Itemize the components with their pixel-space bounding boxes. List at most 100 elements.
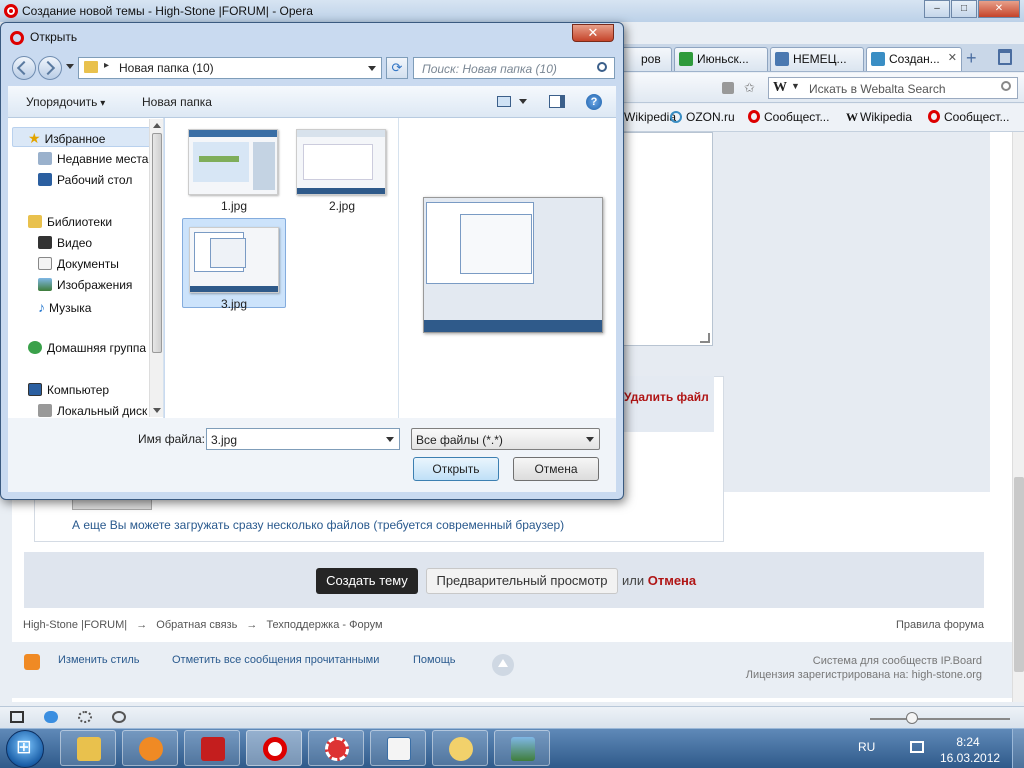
bookmark-wikipedia-2[interactable]: W Wikipedia xyxy=(846,110,912,125)
open-button[interactable]: Открыть xyxy=(413,457,499,481)
filename-input[interactable]: 3.jpg xyxy=(206,428,400,450)
scroll-down-icon[interactable] xyxy=(153,408,161,413)
file-item-3-selected[interactable]: 3.jpg xyxy=(182,218,286,311)
opera-logo-icon[interactable] xyxy=(4,4,18,18)
nav-local-disk[interactable]: Локальный диск xyxy=(38,404,148,418)
path-dropdown-icon[interactable] xyxy=(368,66,376,71)
turbo-icon[interactable] xyxy=(112,711,126,723)
zoom-slider-thumb[interactable] xyxy=(906,712,918,724)
breadcrumb-home[interactable]: High-Stone |FORUM| xyxy=(23,619,127,631)
zoom-slider-track[interactable] xyxy=(870,718,1010,720)
nav-documents[interactable]: Документы xyxy=(38,257,119,271)
help-link[interactable]: Помощь xyxy=(413,654,456,666)
file-item-2[interactable]: 2.jpg xyxy=(290,121,394,213)
refresh-button[interactable]: ⟳ xyxy=(386,57,408,79)
search-icon[interactable] xyxy=(1001,81,1011,91)
help-icon[interactable]: ? xyxy=(586,94,602,110)
taskbar-explorer[interactable] xyxy=(60,730,116,766)
taskbar-image-viewer[interactable] xyxy=(494,730,550,766)
file-type-dropdown-icon[interactable] xyxy=(586,437,594,442)
close-window-button[interactable]: ✕ xyxy=(978,0,1020,18)
minimize-button[interactable]: – xyxy=(924,0,950,18)
create-topic-button[interactable]: Создать тему xyxy=(316,568,418,594)
cancel-button[interactable]: Отмена xyxy=(513,457,599,481)
forward-button[interactable] xyxy=(38,56,62,80)
start-button[interactable] xyxy=(6,730,44,768)
new-tab-plus-icon[interactable]: + xyxy=(966,48,977,69)
poker-icon xyxy=(201,737,225,761)
change-view-icon[interactable] xyxy=(497,96,511,107)
taskbar-chips[interactable] xyxy=(308,730,364,766)
organize-menu-button[interactable]: Упорядочить xyxy=(26,95,105,109)
file-item-1[interactable]: 1.jpg xyxy=(182,121,286,213)
tab-3[interactable]: НЕМЕЦ... xyxy=(770,47,864,71)
search-icon[interactable] xyxy=(597,62,607,72)
back-button[interactable] xyxy=(12,56,36,80)
tab-close-icon[interactable]: ✕ xyxy=(948,51,957,64)
opera-link-icon[interactable] xyxy=(78,711,92,723)
chevron-right-icon[interactable]: ▸ xyxy=(104,60,109,71)
cancel-link[interactable]: Отмена xyxy=(648,573,696,588)
nav-video[interactable]: Видео xyxy=(38,236,92,250)
page-scrollbar[interactable] xyxy=(1012,132,1024,702)
nav-favorites[interactable]: ★ Избранное xyxy=(28,130,105,147)
taskbar-media[interactable] xyxy=(122,730,178,766)
tray-clock[interactable]: 8:24 16.03.2012 xyxy=(940,734,1000,766)
show-desktop-button[interactable] xyxy=(1012,729,1024,768)
nav-music[interactable]: ♪ Музыка xyxy=(38,299,91,315)
language-indicator[interactable]: RU xyxy=(858,740,875,754)
taskbar-poker[interactable] xyxy=(184,730,240,766)
taskbar-paint[interactable] xyxy=(432,730,488,766)
rss-icon[interactable] xyxy=(24,654,40,670)
multi-upload-link[interactable]: А еще Вы можете загружать сразу нескольк… xyxy=(72,518,564,532)
trash-icon[interactable] xyxy=(998,49,1012,65)
search-engine-icon[interactable]: W xyxy=(773,80,787,96)
page-scroll-thumb[interactable] xyxy=(1014,477,1024,672)
maximize-button[interactable]: □ xyxy=(951,0,977,18)
bookmark-wikipedia-1[interactable]: Wikipedia xyxy=(624,110,676,124)
breadcrumb-feedback[interactable]: Обратная связь xyxy=(156,619,237,631)
nav-pane-scroll-thumb[interactable] xyxy=(152,133,162,353)
bookmark-opera-community-2[interactable]: Сообщест... xyxy=(928,110,1009,124)
nav-libraries[interactable]: Библиотеки xyxy=(28,215,112,229)
new-folder-button[interactable]: Новая папка xyxy=(142,95,212,109)
opera-unite-icon[interactable] xyxy=(44,711,58,723)
preview-button[interactable]: Предварительный просмотр xyxy=(426,568,618,594)
tab-4-active[interactable]: Создан... ✕ xyxy=(866,47,962,71)
nav-desktop[interactable]: Рабочий стол xyxy=(38,173,132,187)
nav-computer[interactable]: Компьютер xyxy=(28,383,109,397)
breadcrumb-support[interactable]: Техподдержка - Форум xyxy=(266,619,382,631)
bookmark-opera-community-1[interactable]: Сообщест... xyxy=(748,110,829,124)
delete-file-link[interactable]: Удалить файл xyxy=(624,390,709,404)
web-search-input[interactable]: W ▼ Искать в Webalta Search xyxy=(768,77,1018,99)
dialog-close-button[interactable]: ✕ xyxy=(572,24,614,42)
filename-dropdown-icon[interactable] xyxy=(386,437,394,442)
history-dropdown-icon[interactable] xyxy=(66,64,74,69)
scroll-to-top-icon[interactable] xyxy=(492,654,514,676)
change-style-link[interactable]: Изменить стиль xyxy=(58,654,140,666)
current-folder-path[interactable]: Новая папка (10) xyxy=(119,61,214,75)
nav-recent-places[interactable]: Недавние места xyxy=(38,152,148,166)
images-icon xyxy=(38,278,52,291)
forum-rules-link[interactable]: Правила форума xyxy=(896,619,984,631)
tab-1[interactable]: ров xyxy=(618,47,672,71)
network-icon[interactable] xyxy=(910,741,924,753)
nav-images[interactable]: Изображения xyxy=(38,278,132,292)
bookmark-ozon[interactable]: OZON.ru xyxy=(670,110,735,124)
taskbar-opera[interactable] xyxy=(246,730,302,766)
resize-grip-icon[interactable] xyxy=(700,333,710,343)
taskbar-document[interactable] xyxy=(370,730,426,766)
preview-pane-toggle-icon[interactable] xyxy=(549,95,565,108)
nav-pane-scrollbar[interactable] xyxy=(149,119,163,417)
search-engine-drop-icon[interactable]: ▼ xyxy=(791,81,800,91)
panel-toggle-icon[interactable] xyxy=(10,711,24,723)
scroll-up-icon[interactable] xyxy=(153,123,161,128)
tab-2[interactable]: Июньск... xyxy=(674,47,768,71)
file-type-select[interactable]: Все файлы (*.*) xyxy=(411,428,600,450)
bookmark-star-icon[interactable]: ✩ xyxy=(744,80,755,96)
mark-all-read-link[interactable]: Отметить все сообщения прочитанными xyxy=(172,654,379,666)
nav-homegroup[interactable]: Домашняя группа xyxy=(28,341,146,355)
folder-search-input[interactable]: Поиск: Новая папка (10) xyxy=(413,57,615,79)
feed-icon[interactable] xyxy=(722,82,734,94)
view-dropdown-icon[interactable] xyxy=(519,99,527,104)
